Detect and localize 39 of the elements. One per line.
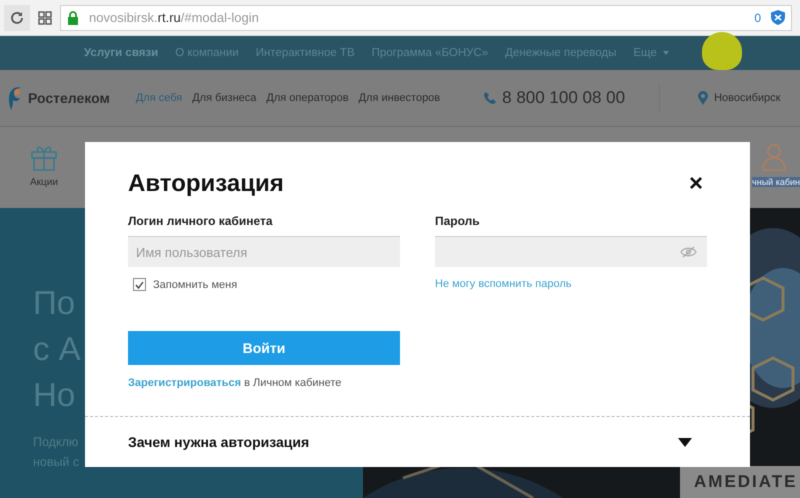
promotions-link[interactable]: Акции [30,177,58,188]
address-bar[interactable]: novosibirsk.rt.ru/#modal-login 0 [60,4,792,30]
checkbox-label: Запомнить меня [153,278,238,290]
user-icon [762,143,786,171]
forgot-password-link[interactable]: Не могу вспомнить пароль [435,278,572,290]
segment-link[interactable]: Для себя [136,92,182,104]
login-button[interactable]: Войти [128,331,400,365]
register-link[interactable]: Зарегистрироваться [128,377,242,389]
page-url: novosibirsk.rt.ru/#modal-login [89,10,260,25]
caret-icon [662,51,669,55]
field-label: Логин личного кабинета [128,214,274,228]
account-link[interactable]: чный кабин [752,177,800,187]
login-field[interactable]: Имя пользователя [128,236,400,267]
remember-checkbox[interactable] [133,278,146,291]
segment-link[interactable]: Для бизнеса [192,92,256,104]
lock-icon [67,10,79,24]
close-button[interactable]: × [684,172,707,196]
field-label: Пароль [435,214,481,228]
phone-icon [484,92,496,104]
reload-button[interactable] [4,4,30,30]
location-pin-icon [698,91,708,105]
blocked-count: 0 [754,10,761,24]
password-field[interactable] [435,236,707,267]
banner-logo: AMEDIATE [680,466,800,498]
phone-number[interactable]: 8 800 100 08 00 [502,88,626,108]
city-selector[interactable]: Новосибирск [714,92,780,104]
faq-toggle[interactable]: Зачем нужна авторизация [85,416,750,467]
nav-link[interactable]: Услуги связи [84,47,158,59]
apps-grid-icon[interactable] [38,10,52,24]
reload-icon [9,10,25,26]
brand-name[interactable]: Ростелеком [28,90,110,106]
segment-link[interactable]: Для операторов [266,92,349,104]
faq-title: Зачем нужна авторизация [128,434,310,450]
modal-title: Авторизация [128,170,284,198]
segment-link[interactable]: Для инвесторов [358,92,440,104]
register-text: Зарегистрироваться в Личном кабинете [128,377,342,389]
shield-icon[interactable] [771,10,785,25]
logo-icon[interactable] [8,86,22,110]
highlighter-mark [702,32,742,70]
